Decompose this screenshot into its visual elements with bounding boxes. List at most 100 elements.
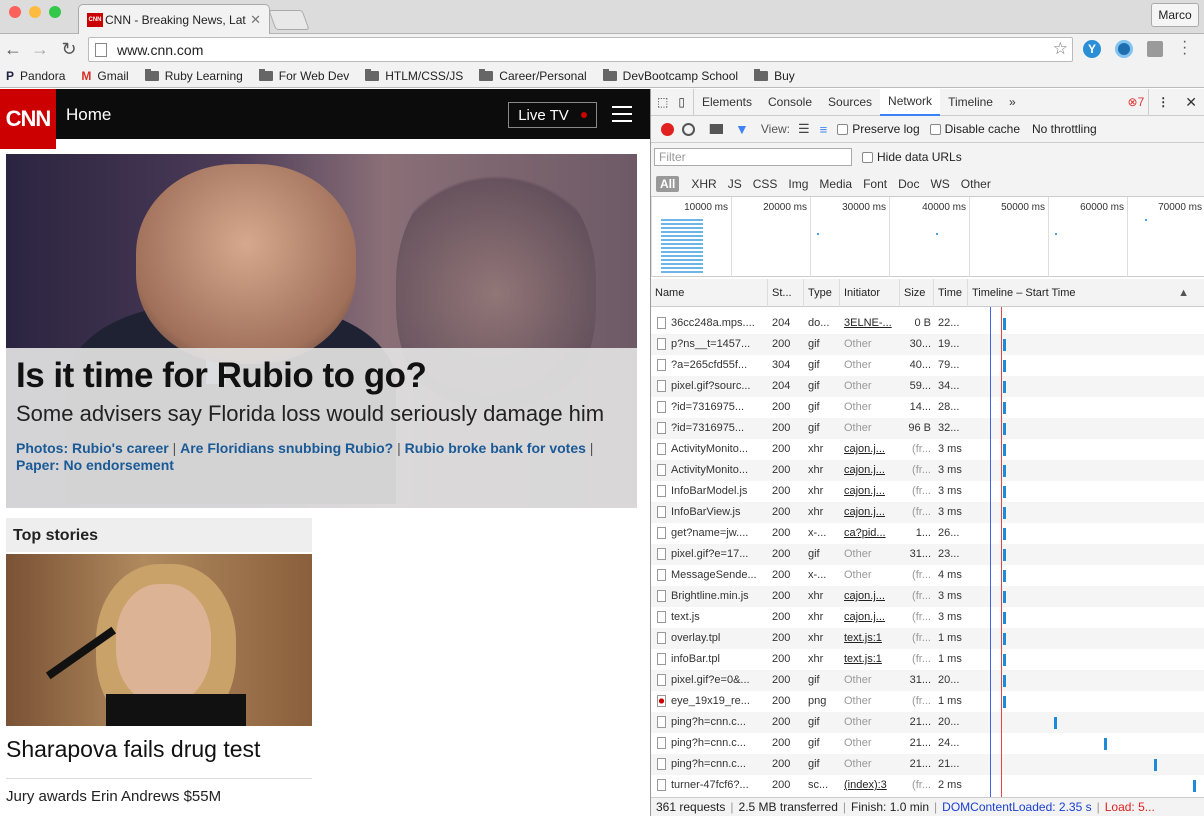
reload-icon[interactable]: ↻ <box>58 38 80 60</box>
bookmark-pandora[interactable]: P Pandora <box>6 69 65 83</box>
tab-timeline[interactable]: Timeline <box>940 89 1001 116</box>
inspect-element-icon[interactable]: ⬚ <box>651 89 674 116</box>
preserve-log-checkbox[interactable] <box>837 123 849 135</box>
column-initiator[interactable]: Initiator <box>840 279 900 307</box>
address-bar[interactable]: www.cnn.com ☆ <box>88 37 1073 62</box>
type-filter-ws[interactable]: WS <box>930 177 949 191</box>
cell-initiator[interactable]: cajon.j... <box>840 460 900 481</box>
column-type[interactable]: Type <box>804 279 840 307</box>
profile-button[interactable]: Marco <box>1151 3 1199 27</box>
close-tab-icon[interactable]: ✕ <box>250 12 261 28</box>
table-row[interactable]: overlay.tpl 200 xhr text.js:1 (fr... 1 ms <box>651 628 1204 649</box>
bookmark-folder[interactable]: DevBootcamp School <box>602 68 738 83</box>
table-row[interactable]: turner-47fcf6?... 200 sc... (index):3 (fr...… <box>651 775 1204 796</box>
bookmark-star-icon[interactable]: ☆ <box>1053 39 1068 59</box>
type-filter-xhr[interactable]: XHR <box>691 177 716 191</box>
section-title[interactable]: Home <box>66 105 111 125</box>
table-row[interactable]: text.js 200 xhr cajon.j... (fr... 3 ms <box>651 607 1204 628</box>
bookmark-folder[interactable]: Buy <box>754 68 795 83</box>
tab-elements[interactable]: Elements <box>694 89 760 116</box>
table-row[interactable]: InfoBarView.js 200 xhr cajon.j... (fr... 3 ms <box>651 502 1204 523</box>
hide-data-urls-checkbox[interactable] <box>862 151 873 163</box>
back-arrow-icon[interactable]: ← <box>2 38 24 60</box>
column-time[interactable]: Time <box>934 279 968 307</box>
device-mode-icon[interactable]: ▯ <box>674 89 694 116</box>
type-filter-js[interactable]: JS <box>728 177 742 191</box>
table-row[interactable]: get?name=jw.... 200 x-... ca?pid... 1... 26..… <box>651 523 1204 544</box>
column-name[interactable]: Name <box>651 279 768 307</box>
type-filter-media[interactable]: Media <box>819 177 852 191</box>
hero-headline[interactable]: Is it time for Rubio to go? <box>16 356 627 396</box>
extension-circle-icon[interactable] <box>1115 40 1133 58</box>
waterfall-view-icon[interactable]: ≡ <box>820 122 828 137</box>
clear-icon[interactable] <box>682 122 695 136</box>
tab-sources[interactable]: Sources <box>820 89 880 116</box>
type-filter-font[interactable]: Font <box>863 177 887 191</box>
type-filter-css[interactable]: CSS <box>753 177 778 191</box>
list-view-icon[interactable]: ☰ <box>798 121 810 137</box>
cell-initiator[interactable]: text.js:1 <box>840 628 900 649</box>
devtools-menu-icon[interactable]: ⋮ <box>1148 89 1177 116</box>
disable-cache-checkbox[interactable] <box>929 123 941 135</box>
type-filter-all[interactable]: All <box>656 175 680 192</box>
close-window-button[interactable] <box>9 6 21 18</box>
column-size[interactable]: Size <box>900 279 934 307</box>
table-row[interactable]: pixel.gif?sourc... 204 gif Other 59... 34... <box>651 376 1204 397</box>
table-row[interactable]: pixel.gif?e=17... 200 gif Other 31... 23... <box>651 544 1204 565</box>
cell-initiator[interactable]: (index):3 <box>840 775 900 796</box>
table-row[interactable]: MessageSende... 200 x-... Other (fr... 4 ms <box>651 565 1204 586</box>
bookmark-folder[interactable]: Career/Personal <box>479 68 587 83</box>
type-filter-img[interactable]: Img <box>788 177 808 191</box>
story-headline[interactable]: Sharapova fails drug test <box>6 736 260 763</box>
forward-arrow-icon[interactable]: → <box>29 38 51 60</box>
menu-icon[interactable]: · · · <box>1182 34 1192 62</box>
bookmark-gmail[interactable]: M Gmail <box>81 69 128 83</box>
story-image[interactable] <box>6 554 312 726</box>
cell-initiator[interactable]: cajon.j... <box>840 607 900 628</box>
table-row[interactable]: 36cc248a.mps.... 204 do... 3ELNE-... 0 B 22..… <box>651 313 1204 334</box>
table-row[interactable]: p?ns__t=1457... 200 gif Other 30... 19... <box>651 334 1204 355</box>
table-row[interactable]: ?a=265cfd55f... 304 gif Other 40... 79... <box>651 355 1204 376</box>
network-overview[interactable]: 10000 ms 20000 ms 30000 ms 40000 ms 5000… <box>651 197 1204 277</box>
table-row[interactable]: InfoBarModel.js 200 xhr cajon.j... (fr... 3 m… <box>651 481 1204 502</box>
table-row[interactable]: ping?h=cnn.c... 200 gif Other 21... 21... <box>651 754 1204 775</box>
table-row[interactable]: Brightline.min.js 200 xhr cajon.j... (fr... 3… <box>651 586 1204 607</box>
cell-initiator[interactable]: cajon.j... <box>840 439 900 460</box>
hero-link[interactable]: Rubio broke bank for votes <box>405 440 586 456</box>
type-filter-other[interactable]: Other <box>961 177 991 191</box>
error-count[interactable]: ⊗ 7 <box>1124 89 1149 116</box>
new-tab-button[interactable] <box>268 10 310 30</box>
table-row[interactable]: eye_19x19_re... 200 png Other (fr... 1 ms <box>651 691 1204 712</box>
tab-network[interactable]: Network <box>880 89 941 116</box>
story-link[interactable]: Jury awards Erin Andrews $55M <box>6 788 221 805</box>
filter-input[interactable]: Filter <box>654 148 852 166</box>
type-filter-doc[interactable]: Doc <box>898 177 919 191</box>
more-tabs-icon[interactable]: » <box>1001 89 1024 116</box>
cell-initiator[interactable]: 3ELNE-... <box>840 313 900 334</box>
close-devtools-icon[interactable]: ✕ <box>1177 89 1204 116</box>
tab-console[interactable]: Console <box>760 89 820 116</box>
extension-y-icon[interactable]: Y <box>1083 40 1101 58</box>
maximize-window-button[interactable] <box>49 6 61 18</box>
minimize-window-button[interactable] <box>29 6 41 18</box>
table-row[interactable]: ActivityMonito... 200 xhr cajon.j... (fr... 3… <box>651 439 1204 460</box>
record-icon[interactable] <box>661 122 674 136</box>
cell-initiator[interactable]: cajon.j... <box>840 502 900 523</box>
column-status[interactable]: St... <box>768 279 804 307</box>
table-row[interactable]: ?id=7316975... 200 gif Other 14... 28... <box>651 397 1204 418</box>
live-tv-button[interactable]: Live TV <box>508 102 597 128</box>
bookmark-folder[interactable]: HTLM/CSS/JS <box>365 68 463 83</box>
filter-icon[interactable]: ▼ <box>735 121 749 137</box>
cell-initiator[interactable]: cajon.j... <box>840 481 900 502</box>
bookmark-folder[interactable]: Ruby Learning <box>144 68 243 83</box>
cell-initiator[interactable]: ca?pid... <box>840 523 900 544</box>
table-row[interactable]: ping?h=cnn.c... 200 gif Other 21... 24... <box>651 733 1204 754</box>
table-row[interactable]: ?id=7316975... 200 gif Other 96 B 32... <box>651 418 1204 439</box>
browser-tab[interactable]: CNN CNN - Breaking News, Latest ✕ <box>78 4 270 34</box>
table-row[interactable]: pixel.gif?e=0&... 200 gif Other 31... 20... <box>651 670 1204 691</box>
cnn-logo[interactable]: CNN <box>0 89 56 149</box>
throttling-select[interactable]: No throttling <box>1032 122 1097 136</box>
table-row[interactable]: ActivityMonito... 200 xhr cajon.j... (fr... 3… <box>651 460 1204 481</box>
cell-initiator[interactable]: cajon.j... <box>840 586 900 607</box>
capture-screenshots-icon[interactable] <box>709 124 723 134</box>
